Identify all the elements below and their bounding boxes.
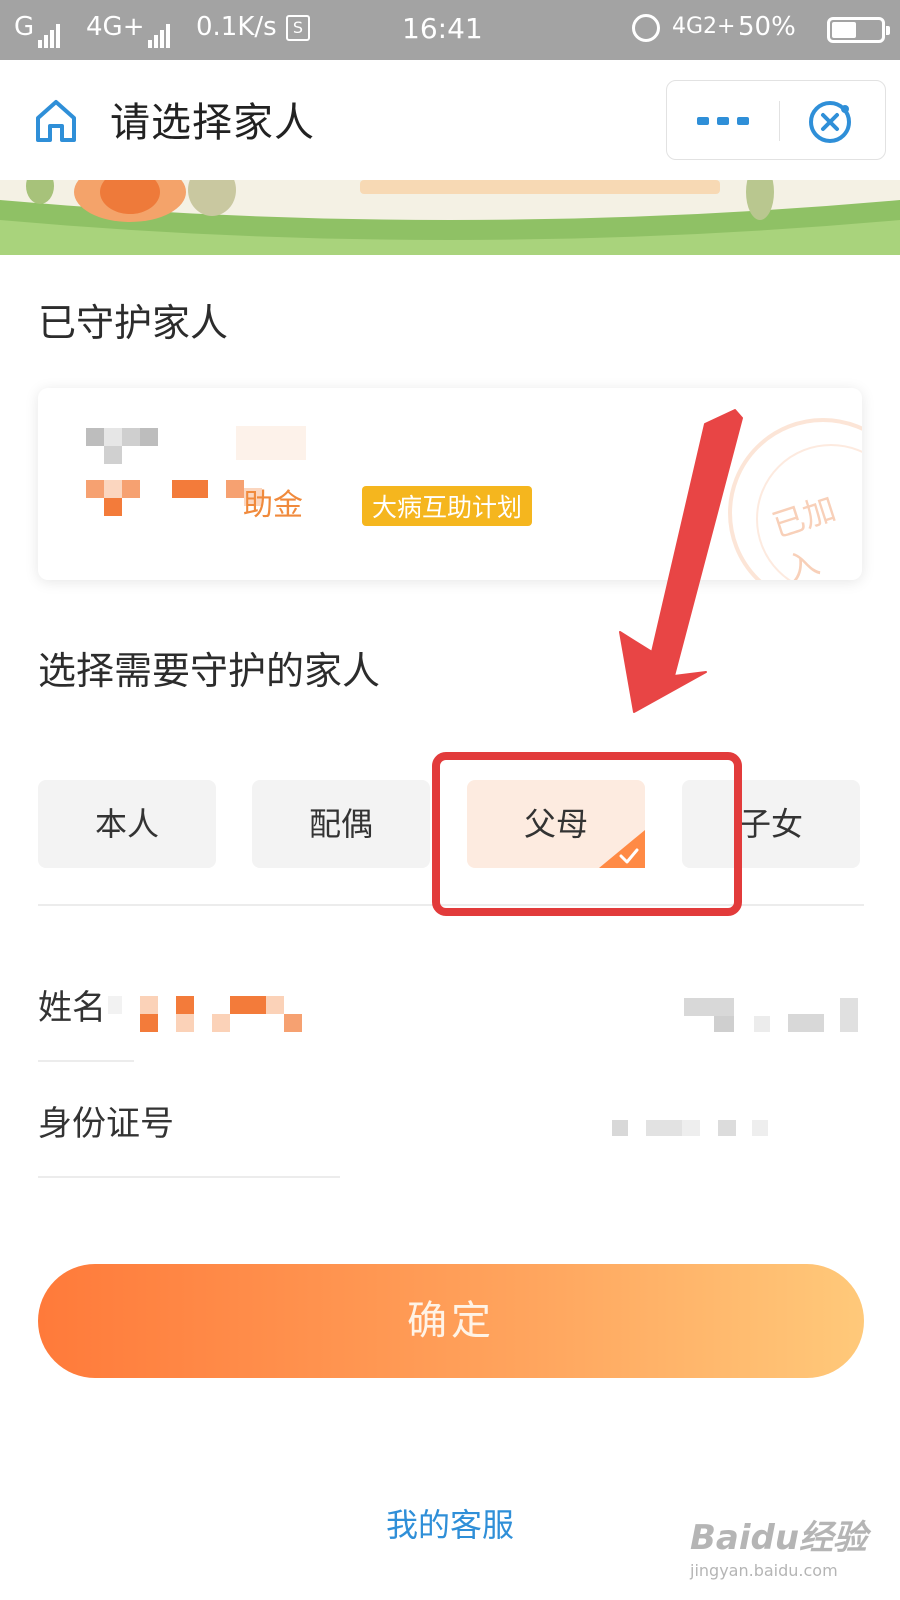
select-section-title: 选择需要守护的家人 (38, 649, 381, 693)
name-label: 姓名 (38, 988, 106, 1028)
mini-app-capsule (666, 80, 886, 160)
status-bar: G 4G+ 0.1K/s S 16:41 4G2+ 50% (0, 0, 900, 60)
carrier-label: G (14, 12, 35, 42)
watermark-main: Baidu经验 (690, 1518, 868, 1558)
confirm-button[interactable]: 确定 (38, 1264, 864, 1378)
signal-icon (38, 18, 62, 48)
watermark-sub: jingyan.baidu.com (690, 1561, 838, 1580)
banner-image (0, 180, 900, 255)
option-self[interactable]: 本人 (38, 780, 216, 868)
capsule-divider (779, 101, 780, 141)
nav-bar: 请选择家人 (0, 60, 900, 180)
id-divider (38, 1176, 340, 1178)
annotation-highlight-box (432, 752, 742, 916)
alarm-icon (632, 14, 660, 42)
signal-icon-2 (148, 18, 172, 48)
guarded-section-title: 已守护家人 (38, 301, 229, 345)
fund-name-suffix: 助金 (243, 488, 303, 523)
page-title: 请选择家人 (110, 100, 315, 146)
home-icon[interactable] (32, 96, 80, 144)
guarded-member-card[interactable]: 已加入 助金 大病互助计划 (38, 388, 862, 580)
battery-icon (827, 17, 890, 43)
network-type-1: 4G+ (86, 12, 145, 42)
watermark: Baidu经验 jingyan.baidu.com (690, 1510, 867, 1580)
clock: 16:41 (402, 12, 483, 45)
network-type-2: 4G2+ (672, 14, 736, 39)
id-number-label: 身份证号 (38, 1104, 174, 1144)
option-spouse[interactable]: 配偶 (252, 780, 430, 868)
storage-icon: S (286, 15, 310, 41)
battery-percent: 50% (738, 12, 796, 42)
more-icon[interactable] (695, 111, 751, 131)
name-divider (38, 1060, 134, 1062)
network-speed: 0.1K/s (196, 12, 277, 42)
plan-tag: 大病互助计划 (362, 486, 533, 526)
close-icon[interactable] (807, 99, 853, 145)
